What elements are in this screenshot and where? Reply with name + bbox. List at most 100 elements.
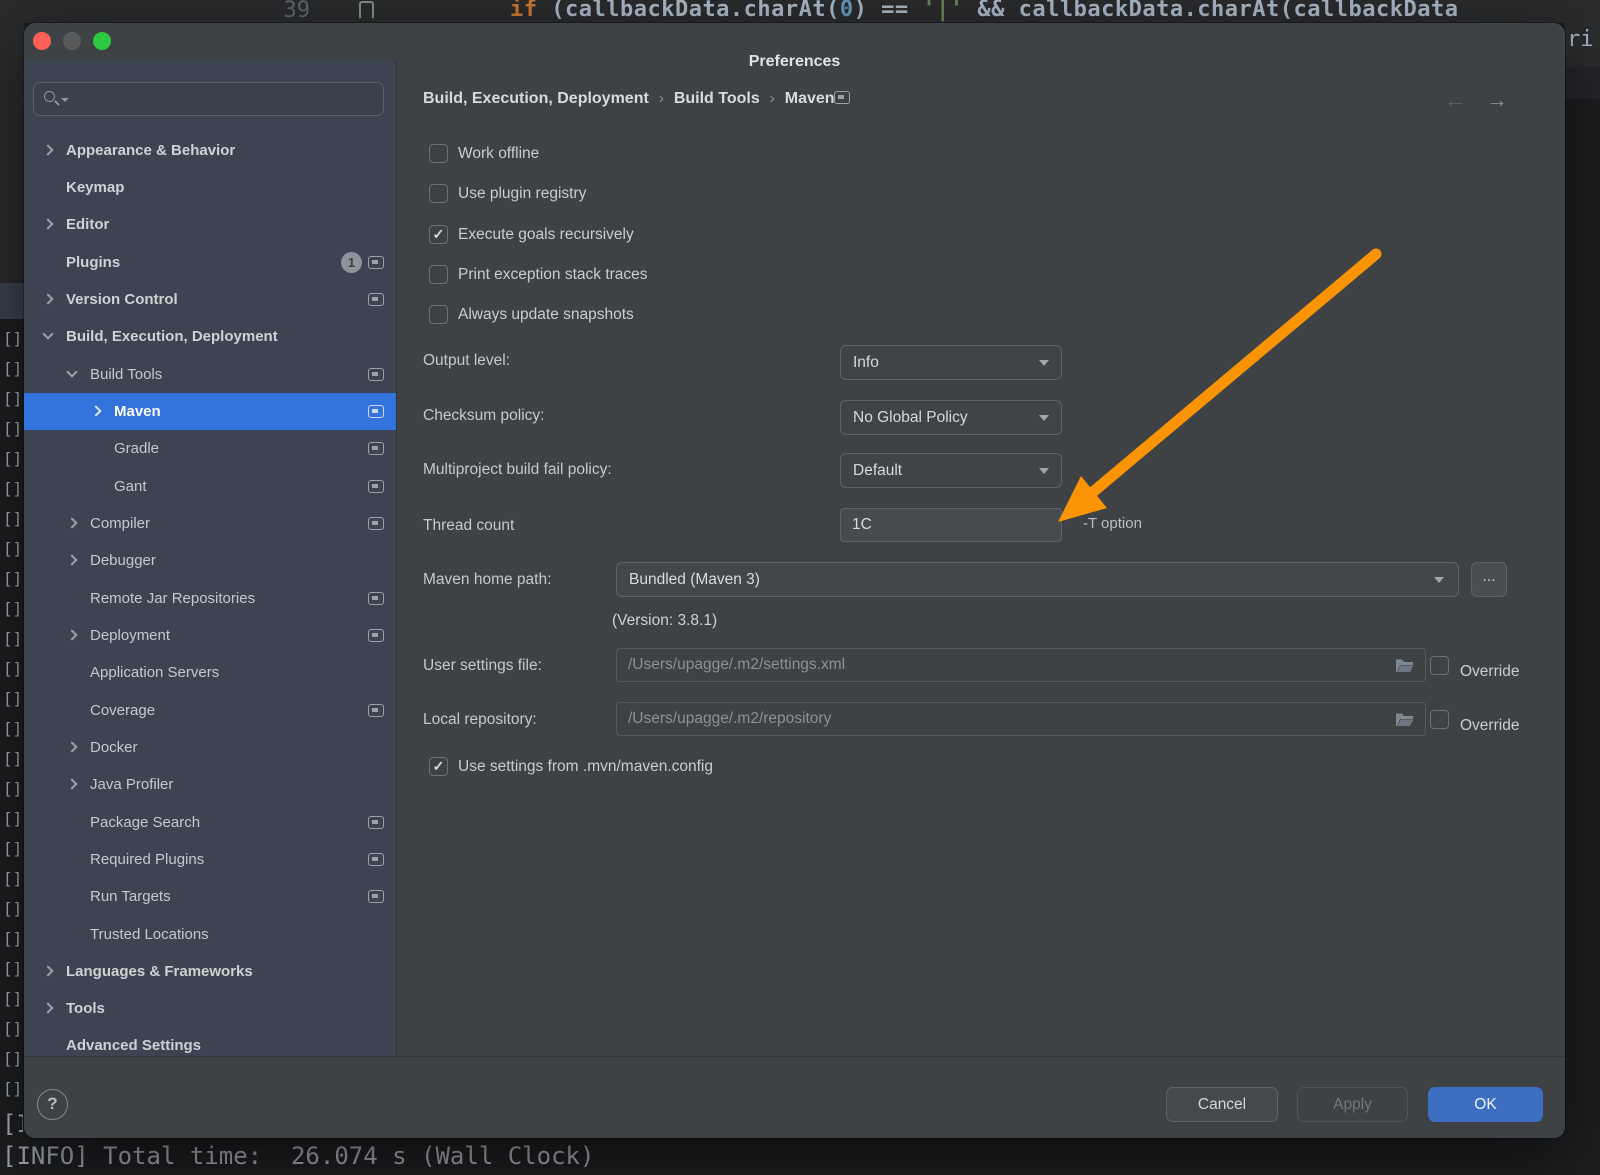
screen-settings-icon: [368, 517, 384, 530]
code-token: 0: [840, 0, 854, 22]
nav-back-button[interactable]: ←: [1444, 87, 1466, 113]
sidebar-item-label: Required Plugins: [90, 841, 204, 878]
checkbox-label: Print exception stack traces: [458, 265, 648, 284]
multiproject-policy-select[interactable]: Default: [840, 453, 1062, 488]
close-window-button[interactable]: [33, 32, 51, 50]
sidebar-item-remote-jar-repositories[interactable]: Remote Jar Repositories: [24, 580, 397, 617]
sidebar-item-gant[interactable]: Gant: [24, 468, 397, 505]
sidebar-item-label: Application Servers: [90, 654, 219, 691]
use-maven-config-row: ✓ Use settings from .mvn/maven.config: [24, 757, 1565, 777]
editor-right-strip-dark: [1565, 67, 1600, 99]
override-user-settings-checkbox[interactable]: [1430, 656, 1449, 675]
checksum-policy-select[interactable]: No Global Policy: [840, 400, 1062, 435]
chevron-down-icon: [1039, 468, 1049, 474]
breadcrumb-item[interactable]: Build, Execution, Deployment: [423, 90, 649, 107]
sidebar-item-maven[interactable]: Maven: [24, 393, 397, 430]
checkbox-always-update-snapshots[interactable]: [429, 305, 448, 324]
ok-button[interactable]: OK: [1428, 1087, 1543, 1122]
option-row: Work offline: [24, 144, 1565, 164]
console-left-column: [] [] [] [] [] [] [] [] [] [] [] [] [] […: [3, 324, 24, 1104]
editor-line-number: 39: [268, 0, 310, 23]
breadcrumb-separator: ›: [770, 90, 775, 107]
use-maven-config-checkbox[interactable]: ✓: [429, 757, 448, 776]
sidebar-item-label: Deployment: [90, 617, 170, 654]
sidebar-item-label: Build Tools: [90, 356, 162, 393]
screen-settings-icon: [368, 816, 384, 829]
option-row: Print exception stack traces: [24, 265, 1565, 285]
maven-home-label: Maven home path:: [423, 571, 551, 589]
sidebar-item-label: Run Targets: [90, 878, 171, 915]
folder-icon[interactable]: [1395, 712, 1414, 727]
nav-forward-button[interactable]: →: [1486, 87, 1508, 113]
bookmark-icon: [359, 1, 374, 19]
checkbox-use-plugin-registry[interactable]: [429, 184, 448, 203]
thread-count-input[interactable]: 1C: [840, 508, 1062, 542]
screen-settings-icon: [834, 91, 850, 104]
toolwindow-header-fragment: [0, 283, 24, 319]
sidebar-item-gradle[interactable]: Gradle: [24, 430, 397, 467]
help-button[interactable]: ?: [37, 1089, 68, 1120]
chevron-right-icon: [66, 741, 77, 752]
sidebar-item-deployment[interactable]: Deployment: [24, 617, 397, 654]
sidebar-item-label: Advanced Settings: [66, 1027, 201, 1056]
cancel-button[interactable]: Cancel: [1166, 1087, 1278, 1122]
screen-settings-icon: [368, 890, 384, 903]
local-repository-input[interactable]: /Users/upagge/.m2/repository: [616, 702, 1426, 736]
checkbox-execute-goals-recursively[interactable]: ✓: [429, 225, 448, 244]
chevron-right-icon: [66, 555, 77, 566]
editor-left-strip: [0, 23, 24, 283]
sidebar-item-package-search[interactable]: Package Search: [24, 804, 397, 841]
sidebar-item-application-servers[interactable]: Application Servers: [24, 654, 397, 691]
sidebar-item-run-targets[interactable]: Run Targets: [24, 878, 397, 915]
output-level-select[interactable]: Info: [840, 345, 1062, 380]
settings-search-input[interactable]: [33, 82, 384, 116]
checkbox-label: Use plugin registry: [458, 184, 586, 203]
breadcrumb: Build, Execution, Deployment › Build Tools…: [423, 90, 863, 112]
sidebar-item-trusted-locations[interactable]: Trusted Locations: [24, 916, 397, 953]
sidebar-item-label: Package Search: [90, 804, 200, 841]
code-token: ) ==: [854, 0, 923, 22]
option-row: Use plugin registry: [24, 184, 1565, 204]
screen: 39 if (callbackData.charAt(0) == '|' && …: [0, 0, 1600, 1175]
chevron-right-icon: [66, 517, 77, 528]
zoom-window-button[interactable]: [93, 32, 111, 50]
sidebar-item-advanced-settings[interactable]: Advanced Settings: [24, 1027, 397, 1056]
screen-settings-icon: [368, 853, 384, 866]
breadcrumb-item[interactable]: Build Tools: [674, 90, 760, 107]
editor-code-fragment: ri: [1567, 27, 1594, 52]
sidebar-item-label: Maven: [114, 393, 161, 430]
screen-settings-icon: [368, 480, 384, 493]
settings-sidebar: Appearance & BehaviorKeymapEditorPlugins…: [24, 60, 397, 1056]
checkbox-work-offline[interactable]: [429, 144, 448, 163]
sidebar-item-required-plugins[interactable]: Required Plugins: [24, 841, 397, 878]
sidebar-item-label: Tools: [66, 990, 105, 1027]
code-token: (callbackData.charAt(: [538, 0, 840, 22]
preferences-dialog: Preferences Appearance & BehaviorKeymapE…: [24, 23, 1565, 1138]
override-local-repository-checkbox[interactable]: [1430, 710, 1449, 729]
sidebar-item-build-tools[interactable]: Build Tools: [24, 356, 397, 393]
dialog-footer: ? Cancel Apply OK: [24, 1056, 1565, 1138]
checkbox-print-exception-stack-traces[interactable]: [429, 265, 448, 284]
breadcrumb-item[interactable]: Maven: [785, 90, 835, 107]
sidebar-item-languages-frameworks[interactable]: Languages & Frameworks: [24, 953, 397, 990]
sidebar-item-label: Gradle: [114, 430, 159, 467]
chevron-right-icon: [42, 1002, 53, 1013]
sidebar-item-compiler[interactable]: Compiler: [24, 505, 397, 542]
maven-version-label: (Version: 3.8.1): [612, 612, 717, 630]
folder-icon[interactable]: [1395, 658, 1414, 673]
screen-settings-icon: [368, 592, 384, 605]
user-settings-file-input[interactable]: /Users/upagge/.m2/settings.xml: [616, 648, 1426, 682]
search-options-caret-icon: [61, 98, 69, 102]
maven-home-select[interactable]: Bundled (Maven 3): [616, 562, 1459, 597]
minimize-window-button[interactable]: [63, 32, 81, 50]
sidebar-item-label: Trusted Locations: [90, 916, 209, 953]
sidebar-item-coverage[interactable]: Coverage: [24, 692, 397, 729]
sidebar-item-tools[interactable]: Tools: [24, 990, 397, 1027]
thread-count-label: Thread count: [423, 517, 514, 535]
sidebar-item-label: Languages & Frameworks: [66, 953, 253, 990]
apply-button[interactable]: Apply: [1297, 1087, 1408, 1122]
browse-maven-home-button[interactable]: ...: [1471, 562, 1507, 597]
sidebar-item-debugger[interactable]: Debugger: [24, 542, 397, 579]
sidebar-item-label: Compiler: [90, 505, 150, 542]
sidebar-item-label: Coverage: [90, 692, 155, 729]
